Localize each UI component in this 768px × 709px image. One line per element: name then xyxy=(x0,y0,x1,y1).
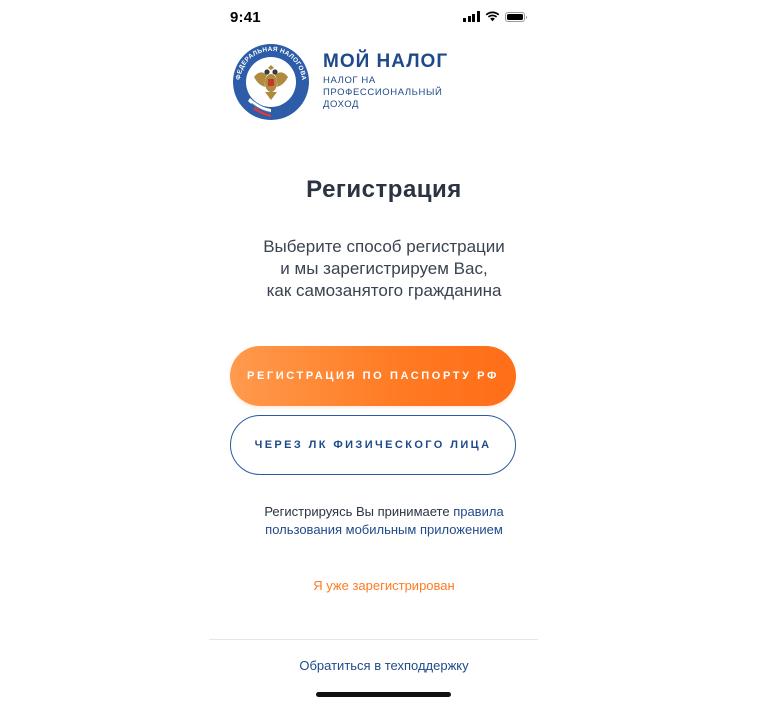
wifi-icon xyxy=(485,11,499,22)
terms-link-part1[interactable]: правила xyxy=(453,504,503,519)
status-icons xyxy=(463,11,527,22)
register-via-personal-account-button[interactable]: ЧЕРЕЗ ЛК ФИЗИЧЕСКОГО ЛИЦА xyxy=(230,415,516,475)
battery-icon xyxy=(504,12,527,22)
support-link[interactable]: Обратиться в техподдержку xyxy=(0,658,768,673)
brand-title: МОЙ НАЛОГ xyxy=(323,51,449,72)
register-by-passport-button[interactable]: РЕГИСТРАЦИЯ ПО ПАСПОРТУ РФ xyxy=(230,346,516,406)
fns-emblem-logo: ФЕДЕРАЛЬНАЯ НАЛОГОВАЯ СЛУЖБА xyxy=(232,43,309,120)
registration-description: Выберите способ регистрации и мы зарегис… xyxy=(263,237,505,300)
terms-link-part2[interactable]: пользования мобильным приложением xyxy=(265,522,503,537)
page-title: Регистрация xyxy=(306,176,462,203)
home-indicator[interactable] xyxy=(316,692,451,697)
divider xyxy=(209,639,538,640)
terms-prefix: Регистрируясь Вы принимаете xyxy=(264,504,454,519)
cellular-signal-icon xyxy=(463,11,480,22)
brand-subtitle: НАЛОГ НА ПРОФЕССИОНАЛЬНЫЙ ДОХОД xyxy=(323,75,443,110)
terms-notice: Регистрируясь Вы принимаете правила поль… xyxy=(214,503,554,539)
status-time: 9:41 xyxy=(230,9,261,26)
already-registered-link[interactable]: Я уже зарегистрирован xyxy=(0,578,768,593)
registration-screen: 9:41 ФЕДЕРАЛЬНАЯ НАЛОГОВАЯ СЛУЖБА xyxy=(0,0,768,709)
